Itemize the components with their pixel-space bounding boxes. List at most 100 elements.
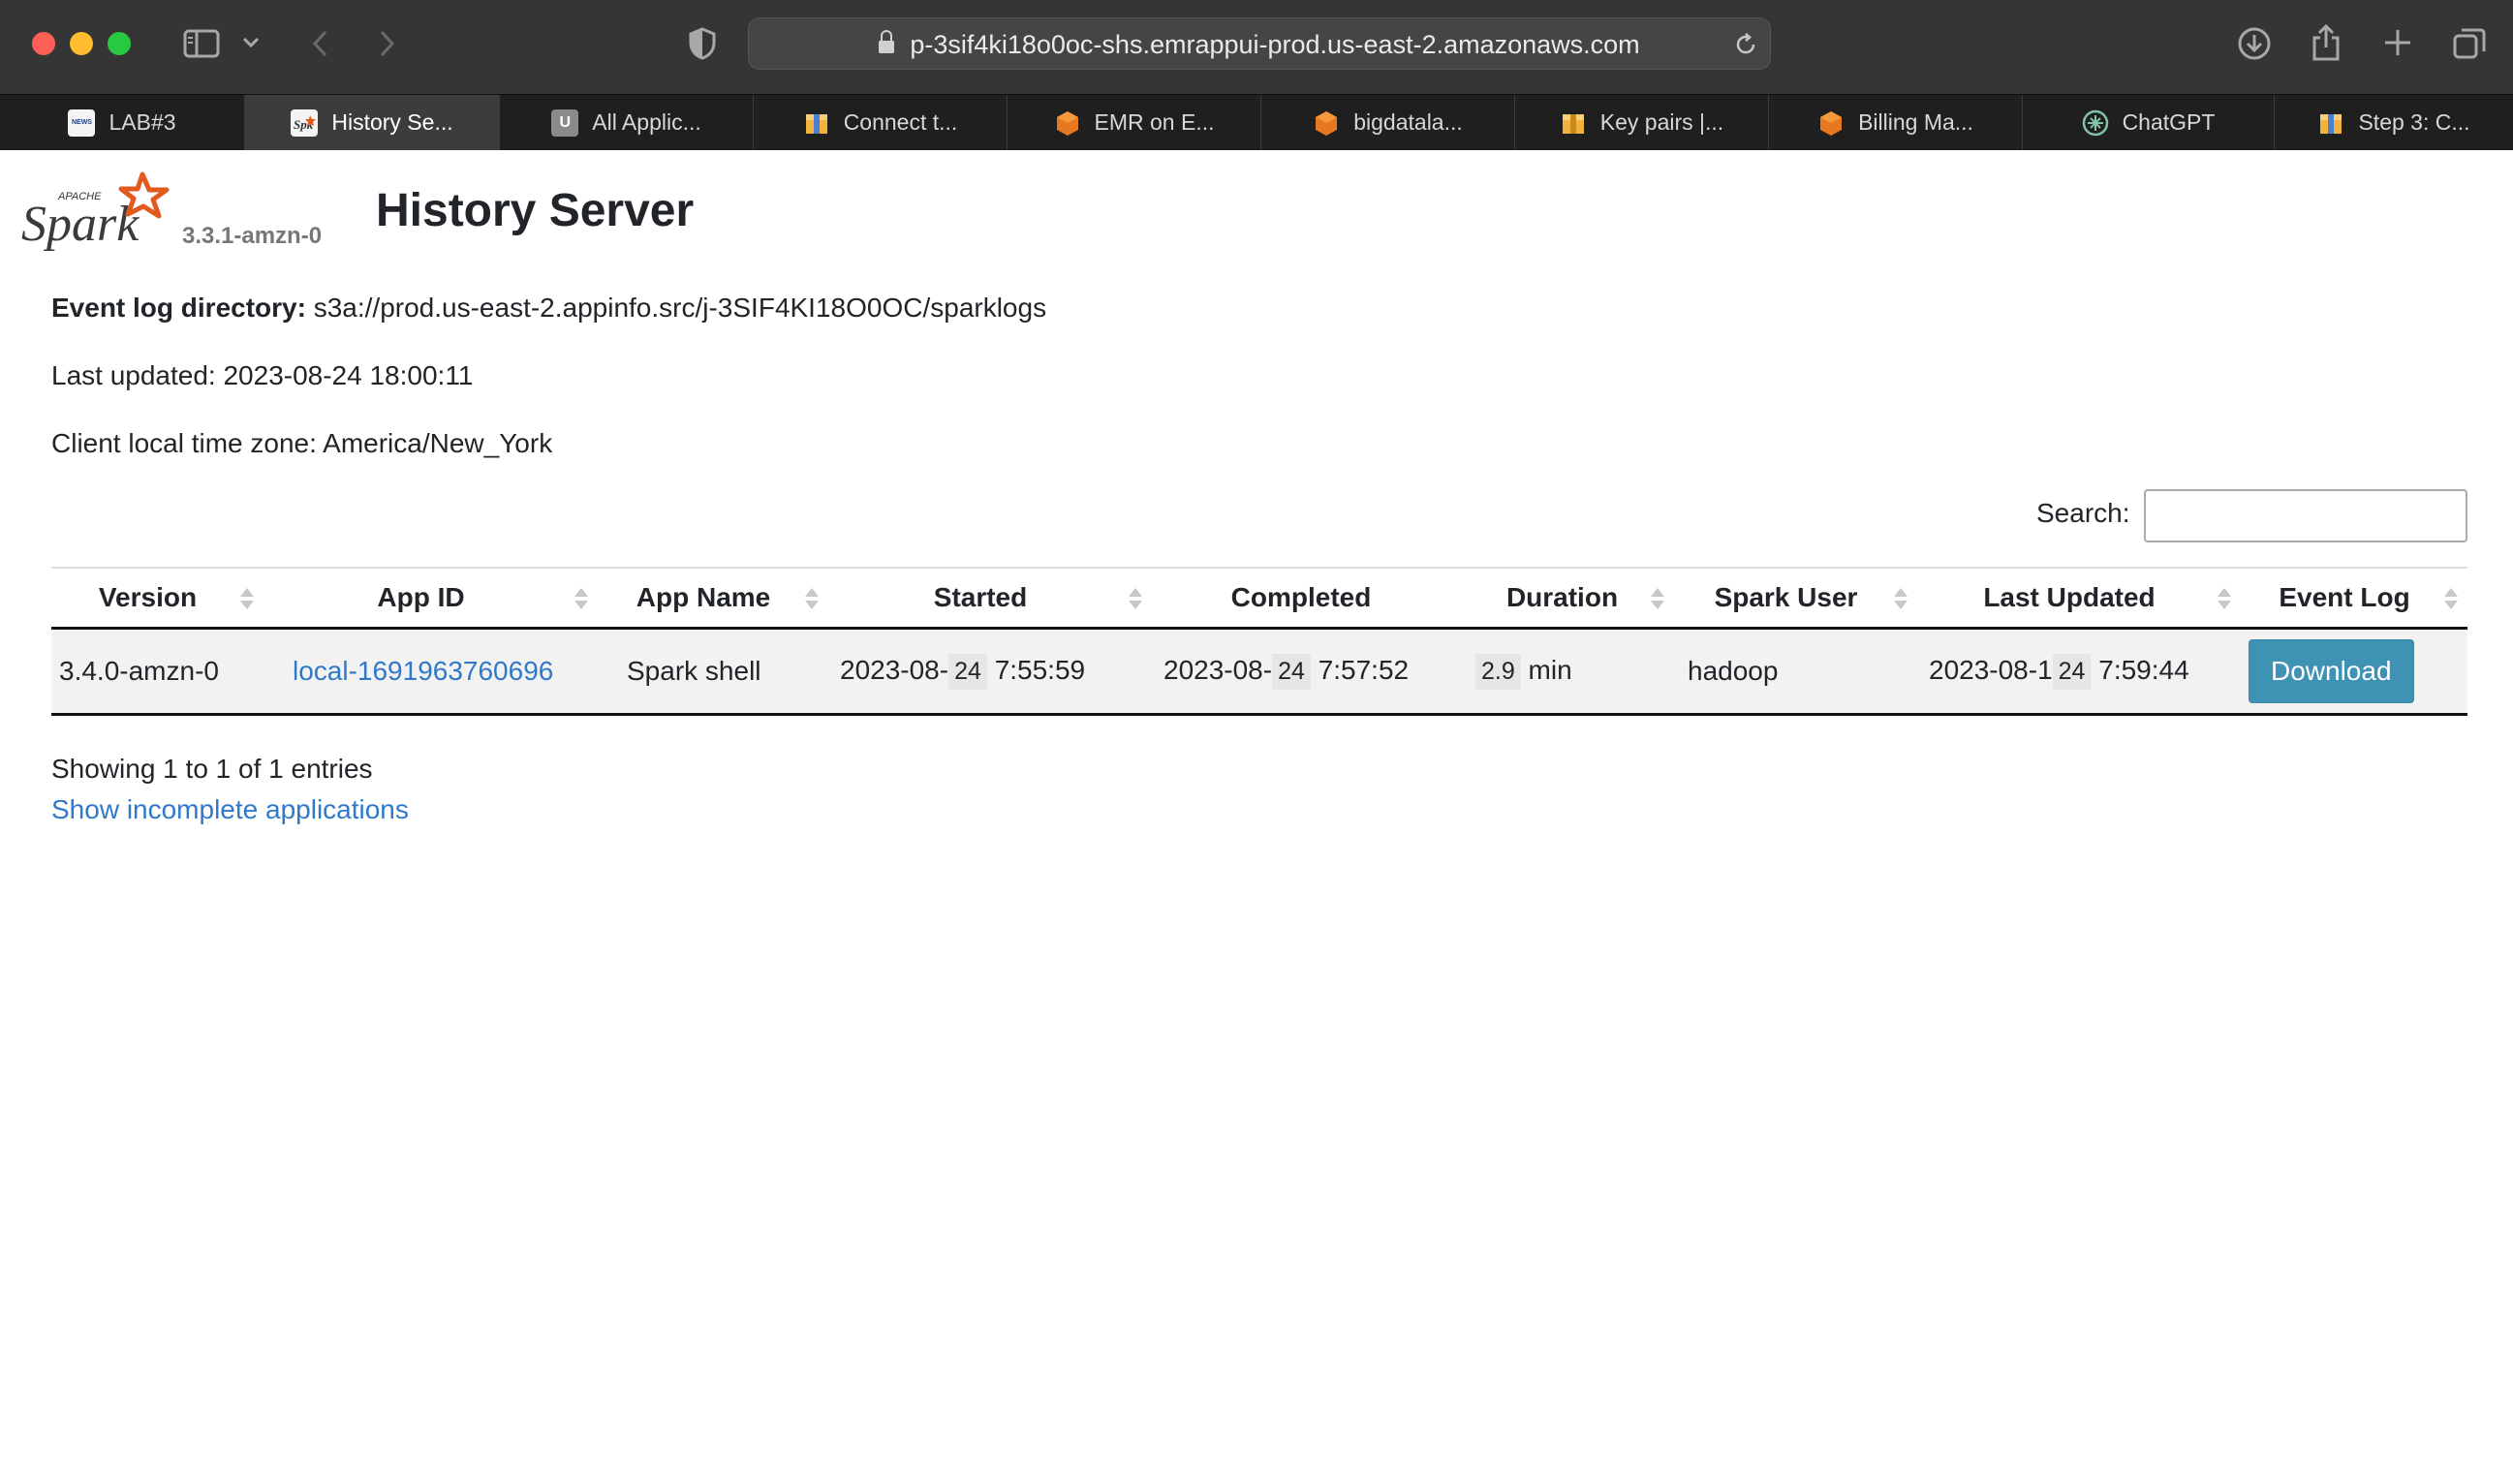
header-label: Duration — [1505, 582, 1619, 612]
spark-version: 3.3.1-amzn-0 — [182, 223, 323, 249]
tab-history-server[interactable]: Spk History Se... — [245, 95, 500, 150]
tab-lab3[interactable]: NEWS LAB#3 — [0, 95, 245, 150]
tab-label: All Applic... — [592, 109, 701, 135]
url-text: p-3sif4ki18o0oc-shs.emrappui-prod.us-eas… — [910, 29, 1640, 59]
cell-duration: 2.9 min — [1470, 628, 1674, 716]
tab-step3[interactable]: Step 3: C... — [2275, 95, 2513, 150]
tab-key-pairs[interactable]: Key pairs |... — [1515, 95, 1769, 150]
aws-box-icon — [1560, 109, 1587, 137]
tab-label: Step 3: C... — [2358, 109, 2470, 135]
duration-value: 2.9 — [1475, 653, 1521, 690]
aws-cube-icon — [1054, 109, 1081, 137]
back-arrow-icon[interactable] — [306, 27, 333, 60]
browser-titlebar: p-3sif4ki18o0oc-shs.emrappui-prod.us-eas… — [0, 0, 2513, 94]
tab-billing[interactable]: Billing Ma... — [1769, 95, 2023, 150]
sort-icon[interactable] — [1129, 586, 1142, 613]
new-tab-plus-icon[interactable] — [2381, 26, 2414, 59]
sort-icon[interactable] — [1894, 586, 1908, 613]
sort-icon[interactable] — [2444, 586, 2458, 613]
sort-icon[interactable] — [1651, 586, 1664, 613]
tab-label: LAB#3 — [109, 109, 176, 135]
cell-last-updated: 2023-08-1 24 7:59:44 — [1917, 628, 2241, 716]
tab-label: ChatGPT — [2122, 109, 2216, 135]
u-favicon-icon: U — [551, 108, 579, 137]
column-header-duration[interactable]: Duration — [1470, 567, 1674, 630]
forward-arrow-icon[interactable] — [374, 27, 401, 60]
date-day: 24 — [1272, 653, 1311, 690]
tab-emr-on[interactable]: EMR on E... — [1008, 95, 1261, 150]
sort-icon[interactable] — [240, 586, 254, 613]
cell-version: 3.4.0-amzn-0 — [51, 628, 264, 716]
column-header-app-name[interactable]: App Name — [598, 567, 828, 630]
header-label: App ID — [377, 582, 465, 612]
tab-all-applications[interactable]: U All Applic... — [500, 95, 754, 150]
cell-started: 2023-08- 24 7:55:59 — [828, 628, 1152, 716]
sort-icon[interactable] — [2218, 586, 2231, 613]
news-favicon-icon: NEWS — [68, 108, 96, 137]
date-time: 7:57:52 — [1318, 654, 1410, 685]
header-label: App Name — [636, 582, 771, 612]
last-updated: Last updated: 2023-08-24 18:00:11 — [51, 360, 474, 390]
reload-icon[interactable] — [1733, 32, 1758, 57]
aws-cube-icon — [1817, 109, 1845, 137]
table-row: 3.4.0-amzn-0 local-1691963760696 Spark s… — [51, 628, 2467, 716]
show-incomplete-applications-link[interactable]: Show incomplete applications — [51, 794, 409, 825]
client-timezone: Client local time zone: America/New_York — [51, 428, 553, 458]
date-prefix: 2023-08-1 — [1929, 654, 2053, 685]
aws-cube-icon — [1313, 109, 1340, 137]
column-header-completed[interactable]: Completed — [1152, 567, 1470, 630]
tab-overview-icon[interactable] — [2451, 25, 2488, 62]
tab-label: Billing Ma... — [1858, 109, 1973, 135]
chevron-down-icon[interactable] — [240, 32, 262, 53]
column-header-last-updated[interactable]: Last Updated — [1917, 567, 2241, 630]
header-label: Event Log — [2279, 582, 2410, 612]
event-log-directory: Event log directory: s3a://prod.us-east-… — [51, 293, 1046, 324]
date-day: 24 — [2052, 653, 2092, 690]
column-header-version[interactable]: Version — [51, 567, 264, 630]
zoom-window-button[interactable] — [108, 32, 131, 55]
sort-icon[interactable] — [805, 586, 819, 613]
tab-connect[interactable]: Connect t... — [754, 95, 1008, 150]
tab-bar: NEWS LAB#3 Spk History Se... U All Appli… — [0, 94, 2513, 150]
sort-icon[interactable] — [574, 586, 588, 613]
column-header-spark-user[interactable]: Spark User — [1674, 567, 1917, 630]
spark-logo[interactable]: APACHE Spark — [21, 170, 176, 252]
download-button[interactable]: Download — [2249, 639, 2414, 703]
header-label: Version — [98, 582, 198, 612]
tab-label: Key pairs |... — [1599, 109, 1724, 135]
search-label: Search: — [2036, 498, 2130, 528]
date-prefix: 2023-08- — [840, 654, 949, 685]
lock-icon — [879, 29, 895, 54]
column-header-started[interactable]: Started — [828, 567, 1152, 630]
tab-label: History Se... — [331, 109, 453, 135]
spark-favicon-icon: Spk — [291, 108, 319, 137]
share-icon[interactable] — [2310, 23, 2342, 62]
tab-bigdatalab[interactable]: bigdatala... — [1261, 95, 1515, 150]
minimize-window-button[interactable] — [70, 32, 93, 55]
address-bar[interactable]: p-3sif4ki18o0oc-shs.emrappui-prod.us-eas… — [748, 17, 1771, 70]
header-label: Last Updated — [1983, 582, 2156, 612]
tab-chatgpt[interactable]: ChatGPT — [2023, 95, 2275, 150]
close-window-button[interactable] — [32, 32, 55, 55]
sidebar-toggle-icon[interactable] — [182, 27, 221, 60]
search-input[interactable] — [2144, 489, 2467, 542]
privacy-shield-icon[interactable] — [686, 26, 719, 61]
event-log-value: s3a://prod.us-east-2.appinfo.src/j-3SIF4… — [313, 293, 1047, 323]
cell-completed: 2023-08- 24 7:57:52 — [1152, 628, 1470, 716]
downloads-icon[interactable] — [2236, 25, 2273, 62]
app-id-link[interactable]: local-1691963760696 — [293, 656, 553, 686]
header-label: Completed — [1230, 582, 1372, 612]
event-log-label: Event log directory: — [51, 293, 306, 323]
duration-unit: min — [1528, 654, 1572, 685]
column-header-event-log[interactable]: Event Log — [2241, 567, 2467, 630]
cell-app-name: Spark shell — [598, 628, 828, 716]
aws-box-icon — [2317, 109, 2344, 137]
page-title: History Server — [376, 185, 695, 236]
applications-table: Version App ID App Name Started Complete… — [51, 567, 2467, 716]
date-time: 7:55:59 — [994, 654, 1086, 685]
tab-label: EMR on E... — [1094, 109, 1215, 135]
cell-event-log: Download — [2241, 628, 2467, 716]
column-header-app-id[interactable]: App ID — [264, 567, 598, 630]
date-day: 24 — [948, 653, 987, 690]
aws-box-icon — [803, 109, 830, 137]
